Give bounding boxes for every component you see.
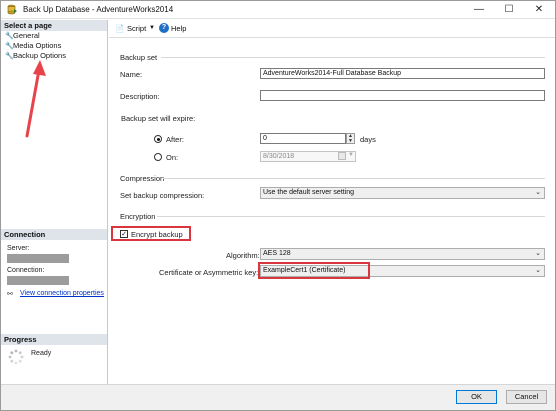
calendar-icon[interactable] <box>338 152 346 160</box>
page-item-label: General <box>13 31 40 40</box>
connection-label: Connection: <box>7 267 45 274</box>
database-backup-icon <box>7 4 17 15</box>
server-label: Server: <box>7 245 30 252</box>
after-days-stepper[interactable]: ▲ ▼ <box>346 133 355 144</box>
after-radio[interactable] <box>154 135 162 143</box>
chevron-down-icon[interactable]: ▼ <box>348 152 354 158</box>
help-icon: ? <box>159 23 169 33</box>
name-label: Name: <box>120 70 143 79</box>
chevron-down-icon: ⌄ <box>535 267 541 274</box>
connection-value-redacted <box>7 276 69 285</box>
script-icon: 📄 <box>115 24 125 33</box>
compression-label: Set backup compression: <box>120 191 205 200</box>
on-radio[interactable] <box>154 153 162 161</box>
server-value-redacted <box>7 254 69 263</box>
certificate-highlight-box <box>258 262 370 279</box>
annotation-arrow <box>25 60 46 138</box>
page-item-general[interactable]: 🔧General <box>5 31 40 41</box>
help-button[interactable]: Help <box>171 24 186 33</box>
progress-status: Ready <box>31 350 52 357</box>
algorithm-select-value: AES 128 <box>263 250 291 257</box>
group-divider <box>161 57 545 58</box>
cancel-button[interactable]: Cancel <box>506 390 547 404</box>
description-label: Description: <box>120 92 160 101</box>
progress-spinner-icon <box>8 349 24 365</box>
left-pane: Select a page 🔧General 🔧Media Options 🔧B… <box>1 20 108 384</box>
description-input[interactable] <box>260 90 545 101</box>
algorithm-select[interactable]: AES 128 ⌄ <box>260 248 545 260</box>
after-days-input[interactable]: 0 <box>260 133 346 144</box>
dialog-button-bar: OK Cancel <box>1 384 555 410</box>
window-title: Back Up Database - AdventureWorks2014 <box>23 5 174 14</box>
connection-properties-icon: ⚯ <box>7 291 13 298</box>
compression-select-value: Use the default server setting <box>263 189 355 196</box>
compression-select[interactable]: Use the default server setting ⌄ <box>260 187 545 199</box>
title-bar: Back Up Database - AdventureWorks2014 — … <box>1 1 555 19</box>
ok-button[interactable]: OK <box>456 390 497 404</box>
compression-group-title: Compression <box>120 174 165 183</box>
wrench-icon: 🔧 <box>5 53 14 60</box>
group-divider <box>157 216 545 217</box>
backup-set-group-title: Backup set <box>120 53 158 62</box>
encrypt-backup-checkbox[interactable]: ✓ <box>120 230 128 238</box>
view-connection-properties-link[interactable]: View connection properties <box>20 290 104 297</box>
algorithm-label: Algorithm: <box>226 251 260 260</box>
script-button[interactable]: Script <box>127 24 146 33</box>
page-item-label: Media Options <box>13 41 62 50</box>
name-input[interactable]: AdventureWorks2014-Full Database Backup <box>260 68 545 79</box>
certificate-label: Certificate or Asymmetric key: <box>159 268 259 277</box>
select-page-header: Select a page <box>1 20 107 31</box>
minimize-button[interactable]: — <box>464 1 494 19</box>
after-label: After: <box>166 135 184 144</box>
maximize-button[interactable]: ☐ <box>494 1 524 19</box>
page-item-media-options[interactable]: 🔧Media Options <box>5 41 61 51</box>
encryption-group-title: Encryption <box>120 212 156 221</box>
on-label: On: <box>166 153 179 162</box>
close-button[interactable]: ✕ <box>524 1 554 19</box>
chevron-down-icon: ⌄ <box>535 250 541 257</box>
days-label: days <box>360 135 376 144</box>
connection-header: Connection <box>1 229 107 240</box>
progress-header: Progress <box>1 334 107 345</box>
encrypt-backup-label: Encrypt backup <box>131 230 183 239</box>
chevron-down-icon: ⌄ <box>535 189 541 196</box>
backup-database-dialog: Back Up Database - AdventureWorks2014 — … <box>0 0 556 411</box>
chevron-down-icon[interactable]: ▼ <box>149 25 155 31</box>
toolbar: 📄 Script ▼ ? Help <box>109 20 555 38</box>
expire-label: Backup set will expire: <box>121 114 196 123</box>
group-divider <box>163 178 545 179</box>
